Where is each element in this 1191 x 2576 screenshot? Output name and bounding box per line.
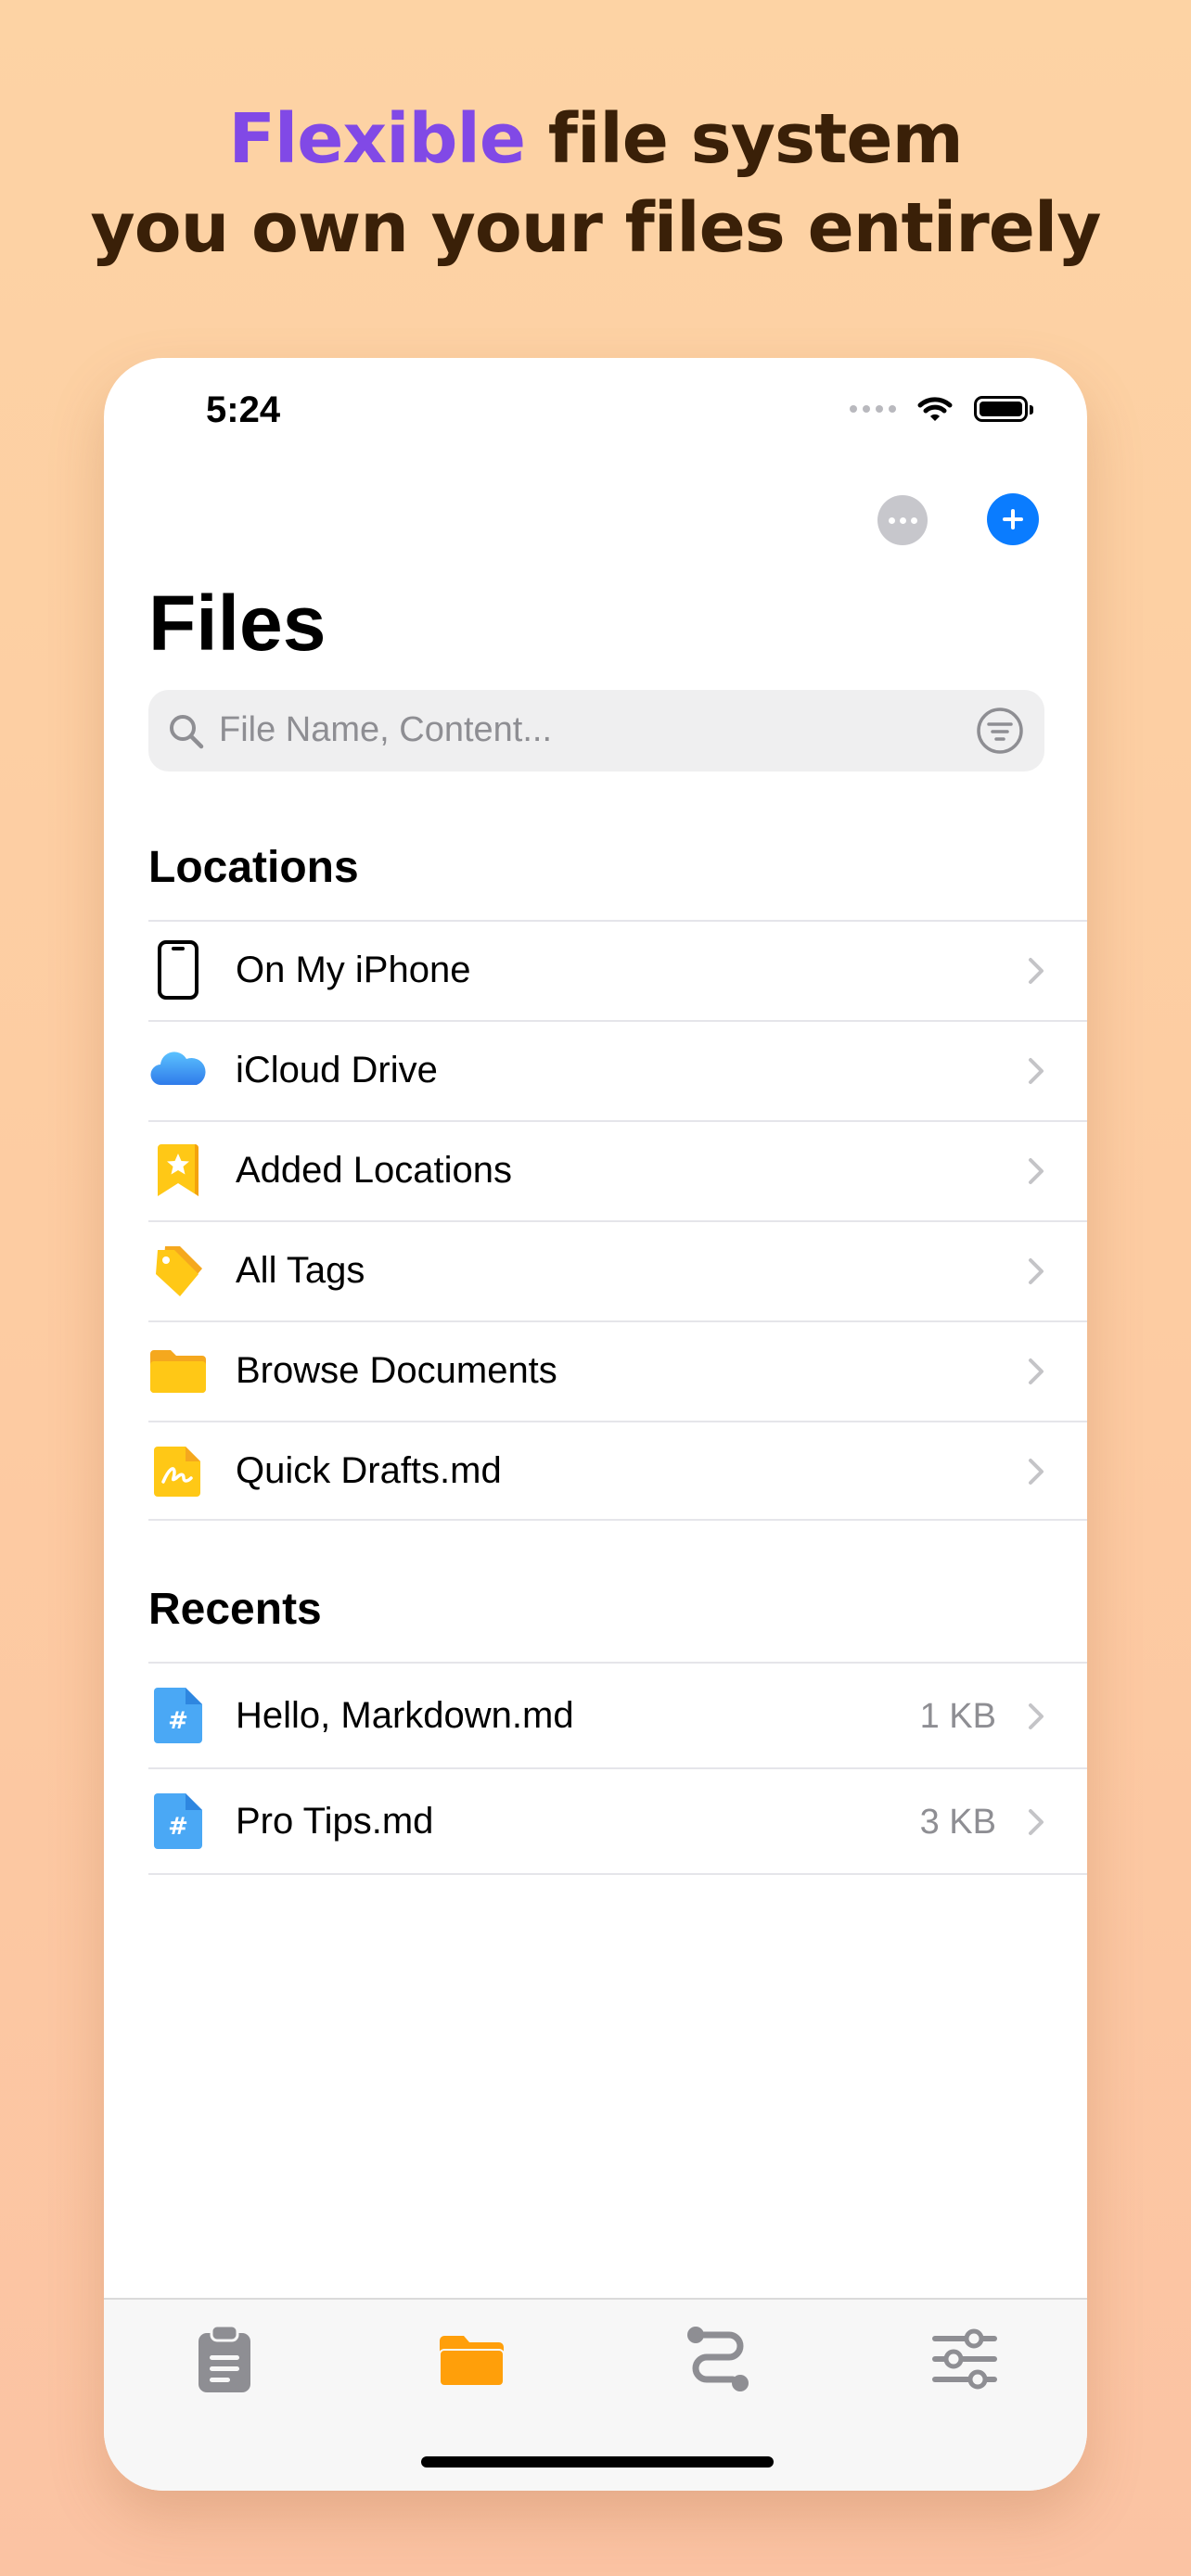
add-button[interactable] [987, 493, 1039, 545]
list-item-label: Browse Documents [236, 1350, 557, 1391]
marketing-headline: Flexible file system you own your files … [0, 95, 1191, 273]
list-item-quick-drafts[interactable]: Quick Drafts.md [148, 1421, 1087, 1521]
folder-icon [150, 1350, 206, 1393]
chevron-right-icon [1029, 1809, 1044, 1835]
battery-icon [974, 396, 1033, 422]
list-item-on-my-iphone[interactable]: On My iPhone [148, 920, 1087, 1020]
route-icon[interactable] [681, 2322, 755, 2396]
list-item-pro-tips[interactable]: # Pro Tips.md 3 KB [148, 1767, 1087, 1875]
home-indicator[interactable] [421, 2456, 774, 2468]
list-item-added-locations[interactable]: Added Locations [148, 1120, 1087, 1220]
list-item-label: iCloud Drive [236, 1050, 438, 1090]
list-item-browse-documents[interactable]: Browse Documents [148, 1320, 1087, 1421]
recents-list: # Hello, Markdown.md 1 KB # Pro Tips.md … [148, 1662, 1087, 1875]
headline-line-1: Flexible file system [0, 95, 1191, 184]
more-options-button[interactable] [877, 495, 928, 545]
section-header-locations: Locations [148, 843, 359, 892]
clipboard-icon[interactable] [187, 2322, 262, 2396]
list-item-label: Hello, Markdown.md [236, 1695, 574, 1736]
list-item-label: On My iPhone [236, 950, 471, 990]
iphone-icon [158, 940, 198, 1000]
draft-file-icon [154, 1447, 200, 1497]
list-item-hello-markdown[interactable]: # Hello, Markdown.md 1 KB [148, 1662, 1087, 1767]
list-item-label: Pro Tips.md [236, 1801, 434, 1842]
markdown-file-icon: # [154, 1688, 202, 1743]
headline-line-1-rest: file system [525, 99, 964, 179]
markdown-file-icon: # [154, 1793, 202, 1849]
chevron-right-icon [1029, 1058, 1044, 1084]
sliders-icon[interactable] [928, 2322, 1002, 2396]
chevron-right-icon [1029, 1358, 1044, 1384]
bookmark-star-icon [158, 1144, 198, 1196]
list-item-label: Quick Drafts.md [236, 1450, 502, 1491]
search-field[interactable]: File Name, Content... [148, 690, 1044, 772]
file-size: 1 KB [919, 1697, 996, 1736]
file-size: 3 KB [919, 1803, 996, 1842]
svg-text:#: # [168, 1707, 188, 1735]
list-item-label: Added Locations [236, 1150, 513, 1191]
search-placeholder: File Name, Content... [219, 710, 553, 749]
locations-list: On My iPhone iCloud Drive Added Location… [148, 920, 1087, 1521]
list-item-icloud-drive[interactable]: iCloud Drive [148, 1020, 1087, 1120]
chevron-right-icon [1029, 1258, 1044, 1284]
filter-icon[interactable] [976, 707, 1024, 755]
search-icon [170, 715, 204, 749]
status-icons [850, 395, 1033, 423]
chevron-right-icon [1029, 958, 1044, 984]
svg-text:#: # [168, 1813, 188, 1841]
chevron-right-icon [1029, 1459, 1044, 1485]
icloud-icon [150, 1052, 206, 1086]
phone-screen: 5:24 Files File Name, Content... Locatio… [104, 358, 1087, 2491]
wifi-icon [917, 397, 953, 421]
folder-icon[interactable] [434, 2322, 508, 2396]
headline-accent: Flexible [228, 99, 526, 179]
chevron-right-icon [1029, 1703, 1044, 1729]
page-title: Files [148, 580, 327, 667]
list-item-all-tags[interactable]: All Tags [148, 1220, 1087, 1320]
status-time: 5:24 [206, 389, 281, 430]
signal-icon [850, 405, 896, 413]
tab-bar [104, 2298, 1087, 2491]
chevron-right-icon [1029, 1158, 1044, 1184]
list-item-label: All Tags [236, 1250, 365, 1291]
headline-line-2: you own your files entirely [90, 188, 1102, 268]
section-header-recents: Recents [148, 1585, 322, 1634]
tags-icon [156, 1246, 202, 1296]
